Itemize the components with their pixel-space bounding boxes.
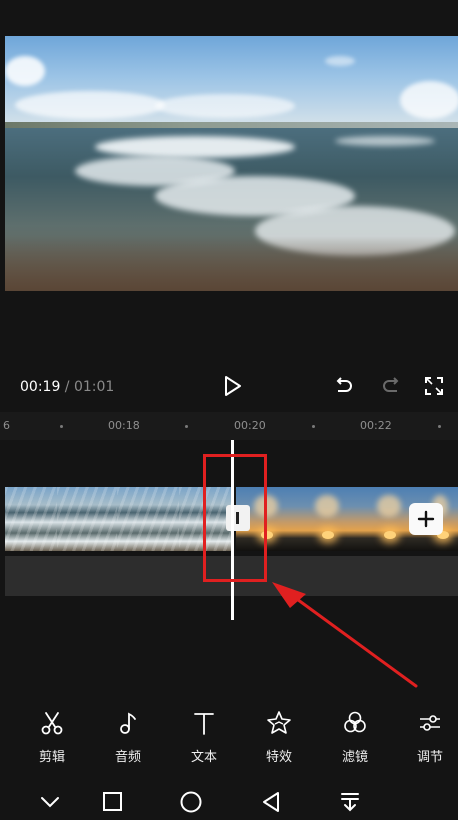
ruler-label: 6 [3, 419, 10, 432]
music-note-icon [120, 712, 136, 734]
ruler-label: 00:18 [108, 419, 140, 432]
tool-label: 文本 [190, 750, 217, 765]
ruler-label: 00:22 [360, 419, 392, 432]
recent-apps-icon[interactable] [98, 790, 126, 814]
status-bar-area [0, 0, 458, 36]
tool-label: 特效 [265, 750, 292, 765]
effects-star-icon [267, 711, 291, 734]
tool-label: 滤镜 [341, 750, 368, 765]
annotation-arrow [272, 582, 418, 688]
undo-icon[interactable] [333, 376, 355, 398]
fullscreen-icon[interactable] [424, 376, 444, 396]
tool-label: 音频 [114, 750, 141, 765]
clip-thumbnail [57, 487, 117, 551]
tool-cut[interactable]: 剪辑 [22, 708, 82, 765]
clip-thumbnail [5, 487, 57, 551]
back-icon[interactable] [258, 790, 286, 814]
scissors-icon [41, 712, 63, 735]
tool-text[interactable]: 文本 [174, 708, 234, 765]
highlight-box [203, 454, 267, 582]
tool-filter[interactable]: 滤镜 [325, 708, 385, 765]
home-icon[interactable] [177, 790, 205, 814]
ruler-label: 00:20 [234, 419, 266, 432]
edit-toolbar: 剪辑 音频 文本 特效 滤镜 调节 [0, 700, 458, 770]
plus-icon [417, 510, 435, 528]
filter-circles-icon [344, 711, 366, 733]
add-clip-button[interactable] [409, 503, 443, 535]
collapse-chevron-icon[interactable] [36, 790, 64, 814]
adjust-sliders-icon [420, 715, 440, 731]
redo-icon[interactable] [380, 376, 402, 398]
tool-label: 调节 [416, 750, 443, 765]
tool-audio[interactable]: 音频 [98, 708, 158, 765]
text-icon [194, 713, 214, 735]
tool-effects[interactable]: 特效 [249, 708, 309, 765]
tool-label: 剪辑 [38, 750, 65, 765]
tool-adjust[interactable]: 调节 [400, 708, 458, 765]
play-icon[interactable] [222, 374, 244, 398]
time-ruler[interactable]: 6 00:18 00:20 00:22 [0, 412, 458, 440]
timecode: 00:19 / 01:01 [20, 379, 114, 395]
total-time: 01:01 [73, 379, 115, 395]
clip-thumbnail [117, 487, 179, 551]
system-nav-bar [0, 782, 458, 820]
player-controls: 00:19 / 01:01 [0, 368, 458, 408]
clip-thumbnail [296, 487, 358, 551]
current-time: 00:19 [20, 379, 61, 395]
video-preview[interactable] [5, 36, 458, 291]
time-separator: / [60, 379, 74, 395]
notification-pull-icon[interactable] [336, 790, 364, 814]
